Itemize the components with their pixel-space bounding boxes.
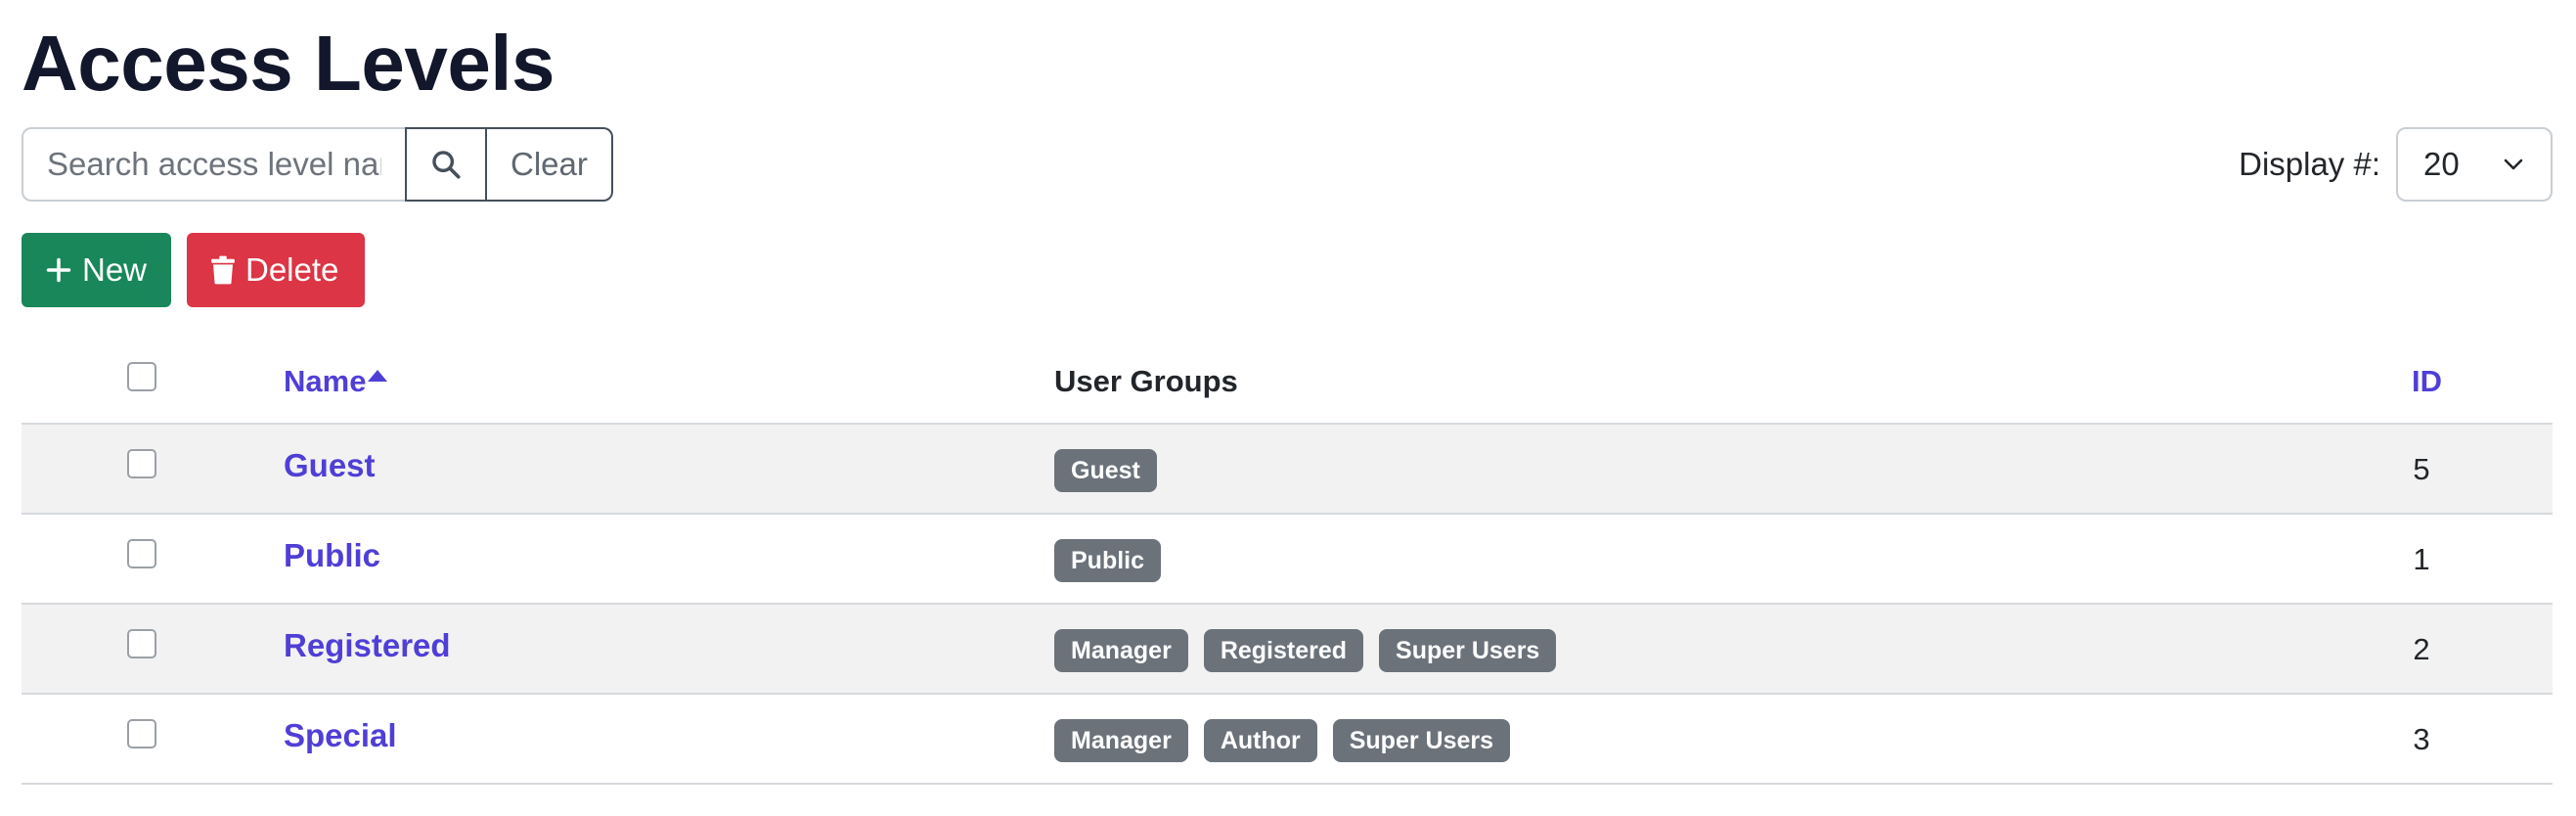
display-limit-select[interactable]: 20: [2396, 127, 2553, 202]
table-header: Name User Groups ID: [22, 342, 2553, 425]
display-label: Display #:: [2239, 146, 2380, 182]
user-groups-cell: Manager Registered Super Users: [1054, 629, 1557, 672]
column-header-name-label: Name: [284, 364, 367, 398]
trash-icon: [210, 255, 236, 285]
user-group-badge: Manager: [1054, 629, 1188, 672]
column-header-id[interactable]: ID: [2412, 362, 2442, 401]
search-icon: [432, 151, 461, 179]
access-level-id: 2: [2413, 632, 2430, 666]
user-group-badge: Manager: [1054, 719, 1188, 762]
access-level-name-link[interactable]: Guest: [284, 444, 376, 487]
page-title: Access Levels: [22, 20, 555, 107]
display-limit-value: 20: [2423, 146, 2460, 182]
delete-button[interactable]: Delete: [187, 233, 365, 307]
table-row: Special Manager Author Super Users 3: [22, 695, 2553, 785]
row-checkbox[interactable]: [127, 719, 156, 748]
user-group-badge: Super Users: [1332, 719, 1511, 762]
toolbar: New Delete: [22, 233, 365, 307]
access-level-name-link[interactable]: Public: [284, 534, 380, 577]
chevron-down-icon: [2504, 159, 2523, 170]
user-groups-cell: Manager Author Super Users: [1054, 719, 1511, 762]
new-button[interactable]: New: [22, 233, 171, 307]
row-checkbox[interactable]: [127, 449, 156, 478]
table-row: Registered Manager Registered Super User…: [22, 605, 2553, 695]
user-group-badge: Registered: [1203, 629, 1364, 672]
access-level-name-link[interactable]: Registered: [284, 624, 451, 667]
row-checkbox[interactable]: [127, 629, 156, 658]
plus-icon: [45, 256, 72, 284]
access-level-name-link[interactable]: Special: [284, 714, 397, 757]
display-limit: Display #: 20: [2239, 127, 2553, 202]
table-row: Public Public 1: [22, 515, 2553, 605]
access-level-id: 3: [2413, 722, 2430, 756]
clear-button[interactable]: Clear: [487, 127, 613, 202]
table-row: Guest Guest 5: [22, 425, 2553, 515]
user-group-badge: Super Users: [1379, 629, 1557, 672]
access-level-id: 5: [2413, 452, 2430, 486]
search-button[interactable]: [405, 127, 487, 202]
select-all-checkbox[interactable]: [127, 362, 156, 391]
user-group-badge: Author: [1203, 719, 1317, 762]
user-groups-cell: Public: [1054, 539, 1162, 582]
access-levels-table: Name User Groups ID Guest Guest 5 Public…: [22, 342, 2553, 785]
search-group: Clear: [22, 127, 613, 202]
column-header-name[interactable]: Name: [284, 362, 388, 401]
delete-button-label: Delete: [245, 251, 339, 288]
user-groups-cell: Guest: [1054, 449, 1157, 492]
sort-ascending-icon: [368, 370, 388, 382]
row-checkbox[interactable]: [127, 539, 156, 568]
new-button-label: New: [82, 251, 148, 288]
user-group-badge: Guest: [1054, 449, 1157, 492]
access-level-id: 1: [2413, 542, 2430, 576]
access-levels-page: Access Levels Clear Display #: 20: [0, 0, 2576, 816]
search-input[interactable]: [22, 127, 405, 202]
user-group-badge: Public: [1054, 539, 1162, 582]
column-header-user-groups: User Groups: [1054, 364, 1238, 398]
